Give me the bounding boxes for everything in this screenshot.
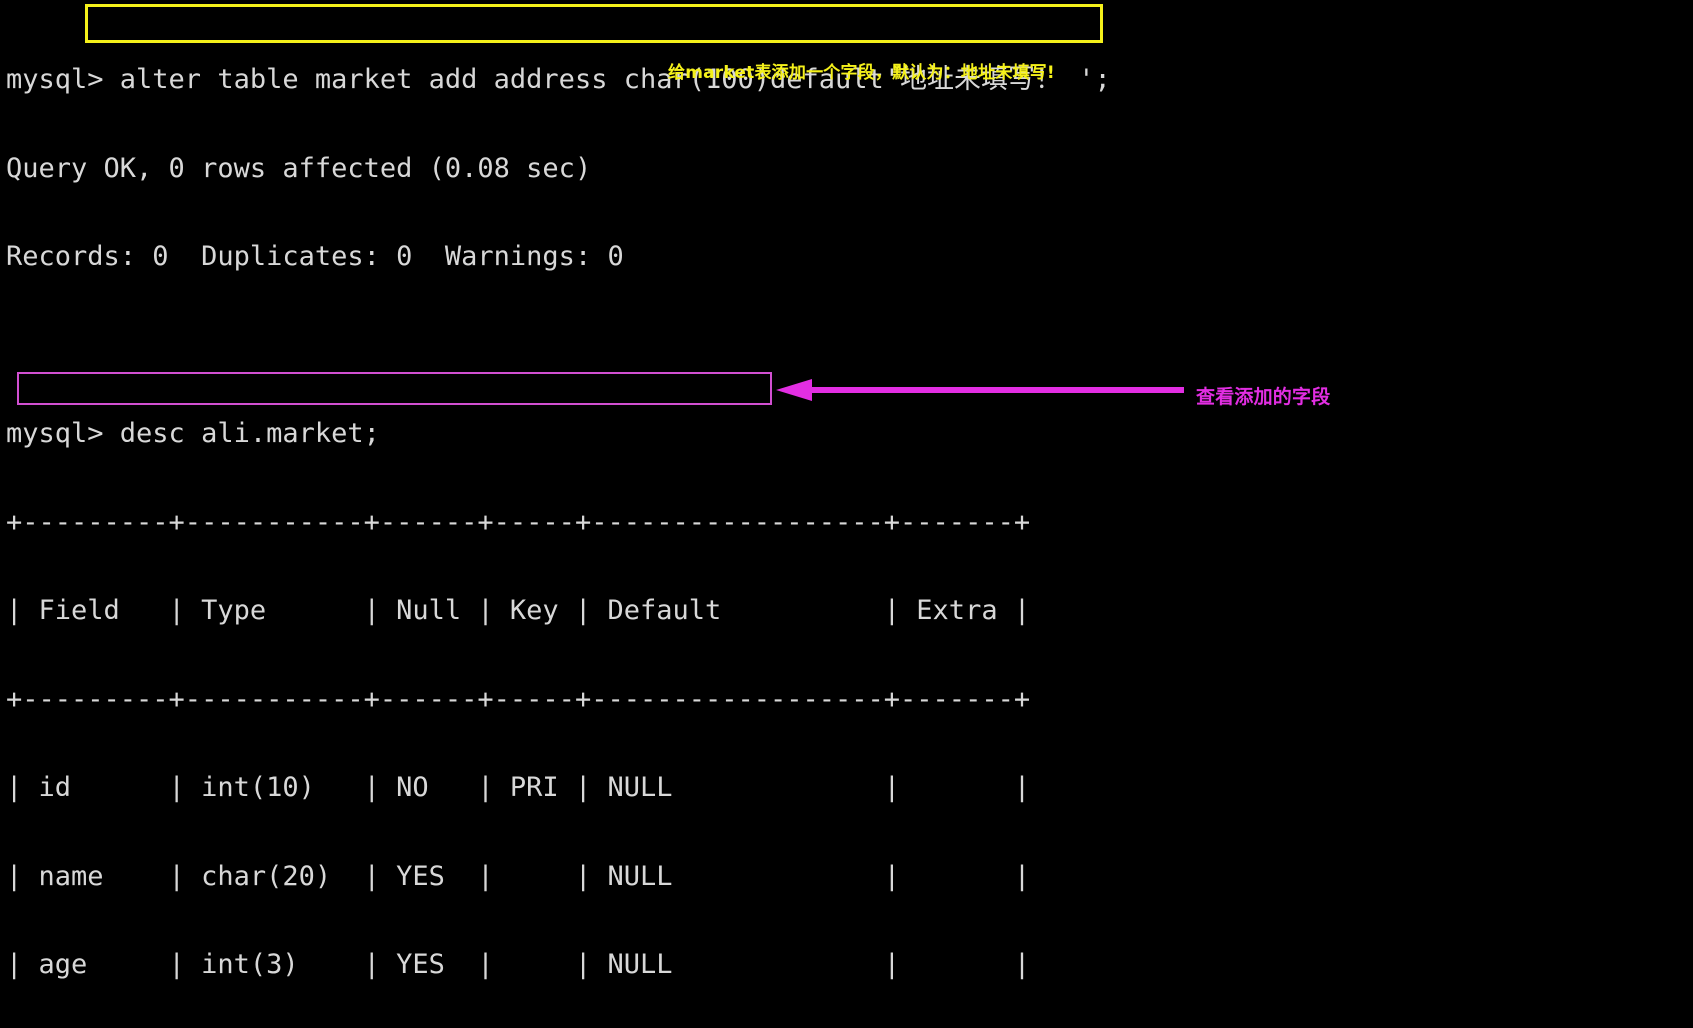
annotation-note-yellow: 给market表添加一个字段，默认为：地址未填写! [668, 63, 1055, 83]
table-border-top: +---------+-----------+------+-----+----… [6, 506, 1031, 538]
table-row: | age | int(3) | YES | | NULL | | [6, 949, 1031, 980]
terminal-line: mysql> desc ali.market; [6, 418, 380, 449]
table-header-row: | Field | Type | Null | Key | Default | … [6, 595, 1031, 626]
annotation-note-magenta: 查看添加的字段 [1196, 386, 1331, 408]
terminal-line: Query OK, 0 rows affected (0.08 sec) [6, 152, 592, 184]
terminal-output: mysql> alter table market add address ch… [6, 6, 1111, 1028]
terminal-window: mysql> alter table market add address ch… [0, 0, 1693, 979]
terminal-line: Records: 0 Duplicates: 0 Warnings: 0 [6, 241, 624, 272]
table-row: | id | int(10) | NO | PRI | NULL | | [6, 772, 1031, 803]
table-border-header: +---------+-----------+------+-----+----… [6, 683, 1031, 715]
table-row: | name | char(20) | YES | | NULL | | [6, 860, 1031, 892]
